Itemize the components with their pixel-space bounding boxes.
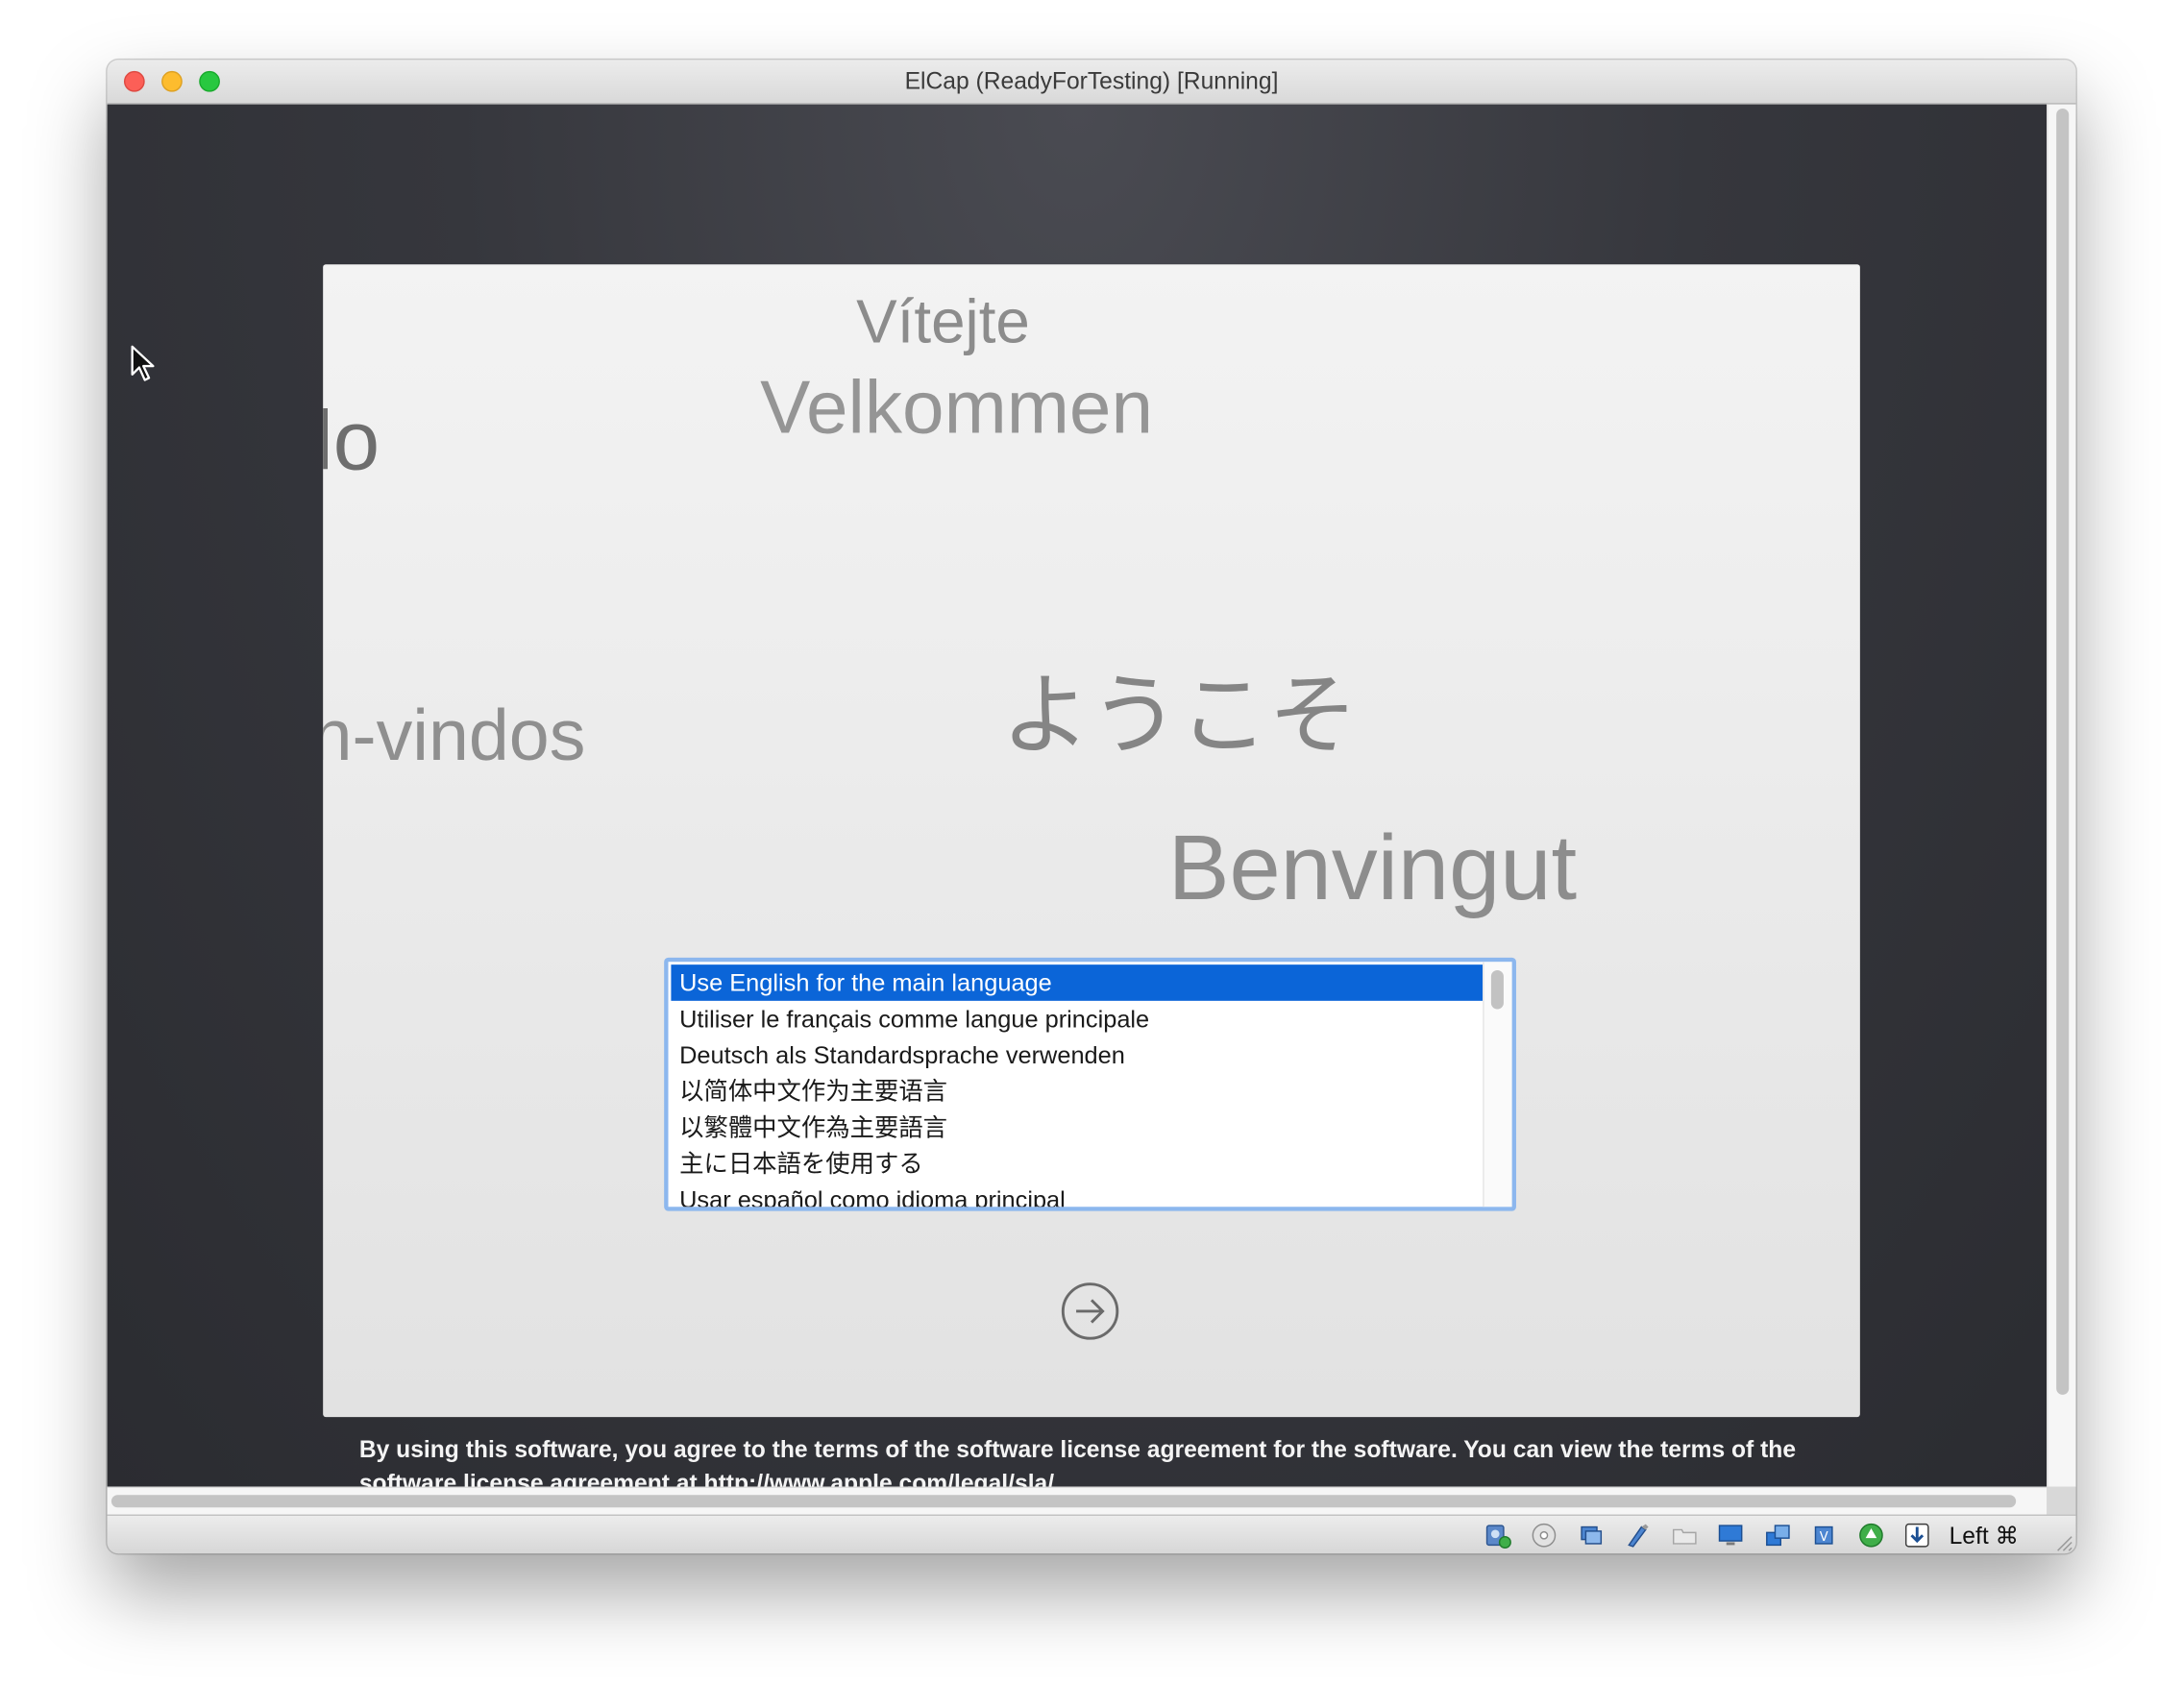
resize-grip-icon[interactable]	[2053, 1532, 2073, 1551]
greeting-text: lo	[323, 394, 380, 488]
virtualbox-window: ElCap (ReadyForTesting) [Running] Vítejt…	[107, 60, 2076, 1554]
language-list-scrollbar[interactable]	[1483, 962, 1512, 1208]
display-icon[interactable]	[1717, 1522, 1745, 1549]
horizontal-scrollbar[interactable]	[107, 1486, 2048, 1515]
greeting-text: n-vindos	[323, 695, 586, 777]
optical-drive-icon[interactable]	[1531, 1522, 1558, 1549]
language-option-english[interactable]: Use English for the main language	[671, 964, 1484, 1001]
horizontal-scroll-thumb[interactable]	[110, 1495, 2017, 1508]
shared-folder-icon[interactable]	[1670, 1522, 1698, 1549]
window-title: ElCap (ReadyForTesting) [Running]	[904, 68, 1279, 95]
audio-icon[interactable]	[1577, 1522, 1605, 1549]
language-list-items: Use English for the main language Utilis…	[671, 964, 1484, 1208]
welcome-panel: Vítejte Velkommen lo ようこそ n-vindos Benvi…	[323, 264, 1860, 1418]
greeting-text: ようこそ	[1000, 665, 1358, 766]
greeting-text: Benvingut	[1167, 816, 1578, 919]
cpu-icon[interactable]: V	[1810, 1522, 1838, 1549]
language-option-traditional-chinese[interactable]: 以繁體中文作為主要語言	[671, 1110, 1483, 1146]
svg-text:V: V	[1820, 1530, 1828, 1545]
language-list-scroll-thumb[interactable]	[1490, 969, 1504, 1010]
language-option-simplified-chinese[interactable]: 以简体中文作为主要语言	[671, 1073, 1483, 1110]
vertical-scrollbar[interactable]	[2047, 104, 2076, 1487]
greeting-text: Vítejte	[856, 287, 1030, 356]
continue-arrow-button[interactable]	[1061, 1282, 1119, 1341]
host-key-label: Left ⌘	[1949, 1523, 2020, 1549]
license-agreement-text: By using this software, you agree to the…	[358, 1436, 1797, 1487]
vm-status-bar: V Left ⌘	[107, 1514, 2076, 1554]
language-option-spanish[interactable]: Usar español como idioma principal	[671, 1182, 1483, 1208]
language-option-german[interactable]: Deutsch als Standardsprache verwenden	[671, 1037, 1483, 1074]
language-option-french[interactable]: Utiliser le français comme langue princi…	[671, 1001, 1483, 1037]
vertical-scroll-thumb[interactable]	[2056, 109, 2070, 1395]
mouse-integration-icon[interactable]	[1856, 1522, 1884, 1549]
vm-display[interactable]: Vítejte Velkommen lo ようこそ n-vindos Benvi…	[107, 104, 2048, 1487]
language-option-japanese[interactable]: 主に日本語を使用する	[671, 1146, 1483, 1183]
greeting-text: Velkommen	[760, 366, 1153, 451]
language-list[interactable]: Use English for the main language Utilis…	[664, 957, 1516, 1211]
download-icon[interactable]	[1903, 1522, 1931, 1549]
network-icon[interactable]	[1763, 1522, 1791, 1549]
status-icon-group: V	[1471, 1522, 1930, 1549]
title-bar[interactable]: ElCap (ReadyForTesting) [Running]	[107, 60, 2076, 105]
usb-icon[interactable]	[1624, 1522, 1652, 1549]
mouse-pointer-icon	[131, 345, 155, 381]
hard-disk-icon[interactable]	[1484, 1522, 1512, 1549]
